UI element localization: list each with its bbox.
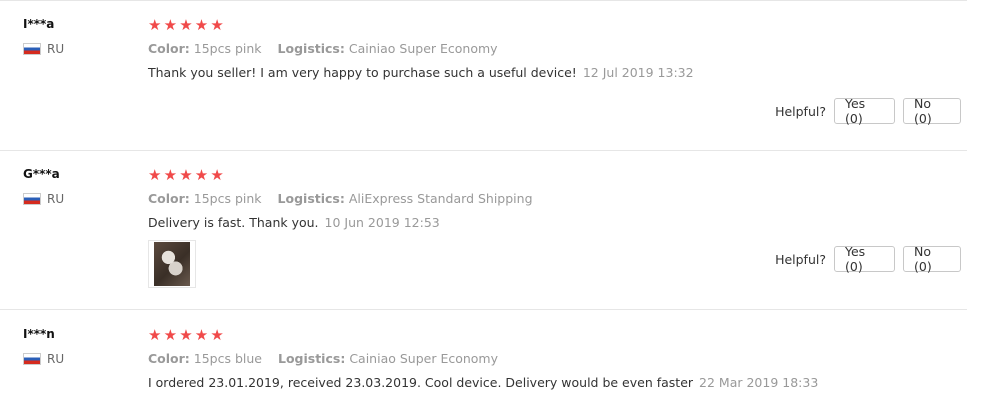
review-text-line: Thank you seller! I am very happy to pur…: [148, 64, 694, 82]
logistics-value: AliExpress Standard Shipping: [348, 191, 533, 206]
reviewer-info: I***n RU: [23, 326, 64, 366]
logistics-value: Cainiao Super Economy: [349, 351, 499, 366]
star-icon: ★: [179, 166, 193, 184]
reviewer-info: G***a RU: [23, 166, 64, 206]
review-item: I***n RU ★ ★ ★ ★ ★ Color: 15pcs blue Logisti…: [0, 310, 967, 408]
star-icon: ★: [194, 326, 209, 344]
logistics-label: Logistics:: [277, 191, 345, 206]
russia-flag-icon: [23, 43, 41, 55]
review-item: I***a RU ★ ★ ★ ★ ★ Color: 15pcs pink Logisti…: [0, 0, 967, 151]
star-icon: ★: [148, 16, 162, 34]
reviewer-name: I***a: [23, 17, 55, 31]
star-icon: ★: [210, 166, 224, 184]
order-details: Color: 15pcs pink Logistics: AliExpress …: [148, 190, 533, 208]
star-icon: ★: [194, 16, 209, 34]
helpful-no-button[interactable]: No (0): [903, 244, 961, 274]
star-icon: ★: [163, 326, 178, 344]
review-date: 12 Jul 2019 13:32: [582, 65, 694, 80]
review-body: ★ ★ ★ ★ ★ Color: 15pcs pink Logistics: Caini…: [148, 16, 694, 82]
color-label: Color:: [148, 191, 190, 206]
review-text: I ordered 23.01.2019, received 23.03.201…: [148, 375, 694, 390]
color-value: 15pcs pink: [193, 41, 262, 56]
country-code: RU: [47, 352, 65, 366]
color-label: Color:: [148, 41, 190, 56]
order-details: Color: 15pcs pink Logistics: Cainiao Sup…: [148, 40, 694, 58]
helpful-vote: Helpful? Yes (0) No (0): [775, 244, 961, 274]
reviewer-name: G***a: [23, 167, 60, 181]
review-text-line: Delivery is fast. Thank you. 10 Jun 2019 …: [148, 214, 533, 232]
color-value: 15pcs blue: [193, 351, 263, 366]
review-date: 10 Jun 2019 12:53: [324, 215, 440, 230]
country-code: RU: [47, 42, 65, 56]
star-icon: ★: [210, 326, 224, 344]
star-icon: ★: [210, 16, 224, 34]
review-body: ★ ★ ★ ★ ★ Color: 15pcs pink Logistics: AliEx…: [148, 166, 533, 288]
star-rating: ★ ★ ★ ★ ★: [148, 326, 818, 344]
review-text: Thank you seller! I am very happy to pur…: [148, 65, 577, 80]
helpful-yes-button[interactable]: Yes (0): [834, 96, 895, 126]
russia-flag-icon: [23, 193, 41, 205]
reviewer-country: RU: [23, 352, 64, 366]
helpful-yes-button[interactable]: Yes (0): [834, 244, 895, 274]
country-code: RU: [47, 192, 65, 206]
reviewer-country: RU: [23, 42, 64, 56]
reviewer-country: RU: [23, 192, 64, 206]
review-date: 22 Mar 2019 18:33: [699, 375, 819, 390]
review-item: G***a RU ★ ★ ★ ★ ★ Color: 15pcs pink Logisti…: [0, 150, 967, 310]
reviewer-info: I***a RU: [23, 16, 64, 56]
star-rating: ★ ★ ★ ★ ★: [148, 16, 694, 34]
star-icon: ★: [194, 166, 209, 184]
color-label: Color:: [148, 351, 190, 366]
star-icon: ★: [148, 166, 162, 184]
color-value: 15pcs pink: [193, 191, 262, 206]
star-icon: ★: [148, 326, 162, 344]
helpful-label: Helpful?: [775, 251, 826, 267]
review-photo-thumbnail[interactable]: [148, 240, 196, 288]
star-icon: ★: [179, 326, 193, 344]
helpful-label: Helpful?: [775, 103, 826, 119]
helpful-no-button[interactable]: No (0): [903, 96, 961, 126]
logistics-label: Logistics:: [277, 41, 345, 56]
star-icon: ★: [179, 16, 193, 34]
review-text-line: I ordered 23.01.2019, received 23.03.201…: [148, 374, 818, 392]
helpful-vote: Helpful? Yes (0) No (0): [775, 96, 961, 126]
logistics-label: Logistics:: [277, 351, 346, 366]
star-icon: ★: [163, 166, 178, 184]
star-rating: ★ ★ ★ ★ ★: [148, 166, 533, 184]
review-text: Delivery is fast. Thank you.: [148, 215, 319, 230]
logistics-value: Cainiao Super Economy: [348, 41, 498, 56]
russia-flag-icon: [23, 353, 41, 365]
reviewer-name: I***n: [23, 327, 55, 341]
star-icon: ★: [163, 16, 178, 34]
order-details: Color: 15pcs blue Logistics: Cainiao Sup…: [148, 350, 818, 368]
review-body: ★ ★ ★ ★ ★ Color: 15pcs blue Logistics: Caini…: [148, 326, 818, 392]
review-photo: [154, 242, 190, 286]
